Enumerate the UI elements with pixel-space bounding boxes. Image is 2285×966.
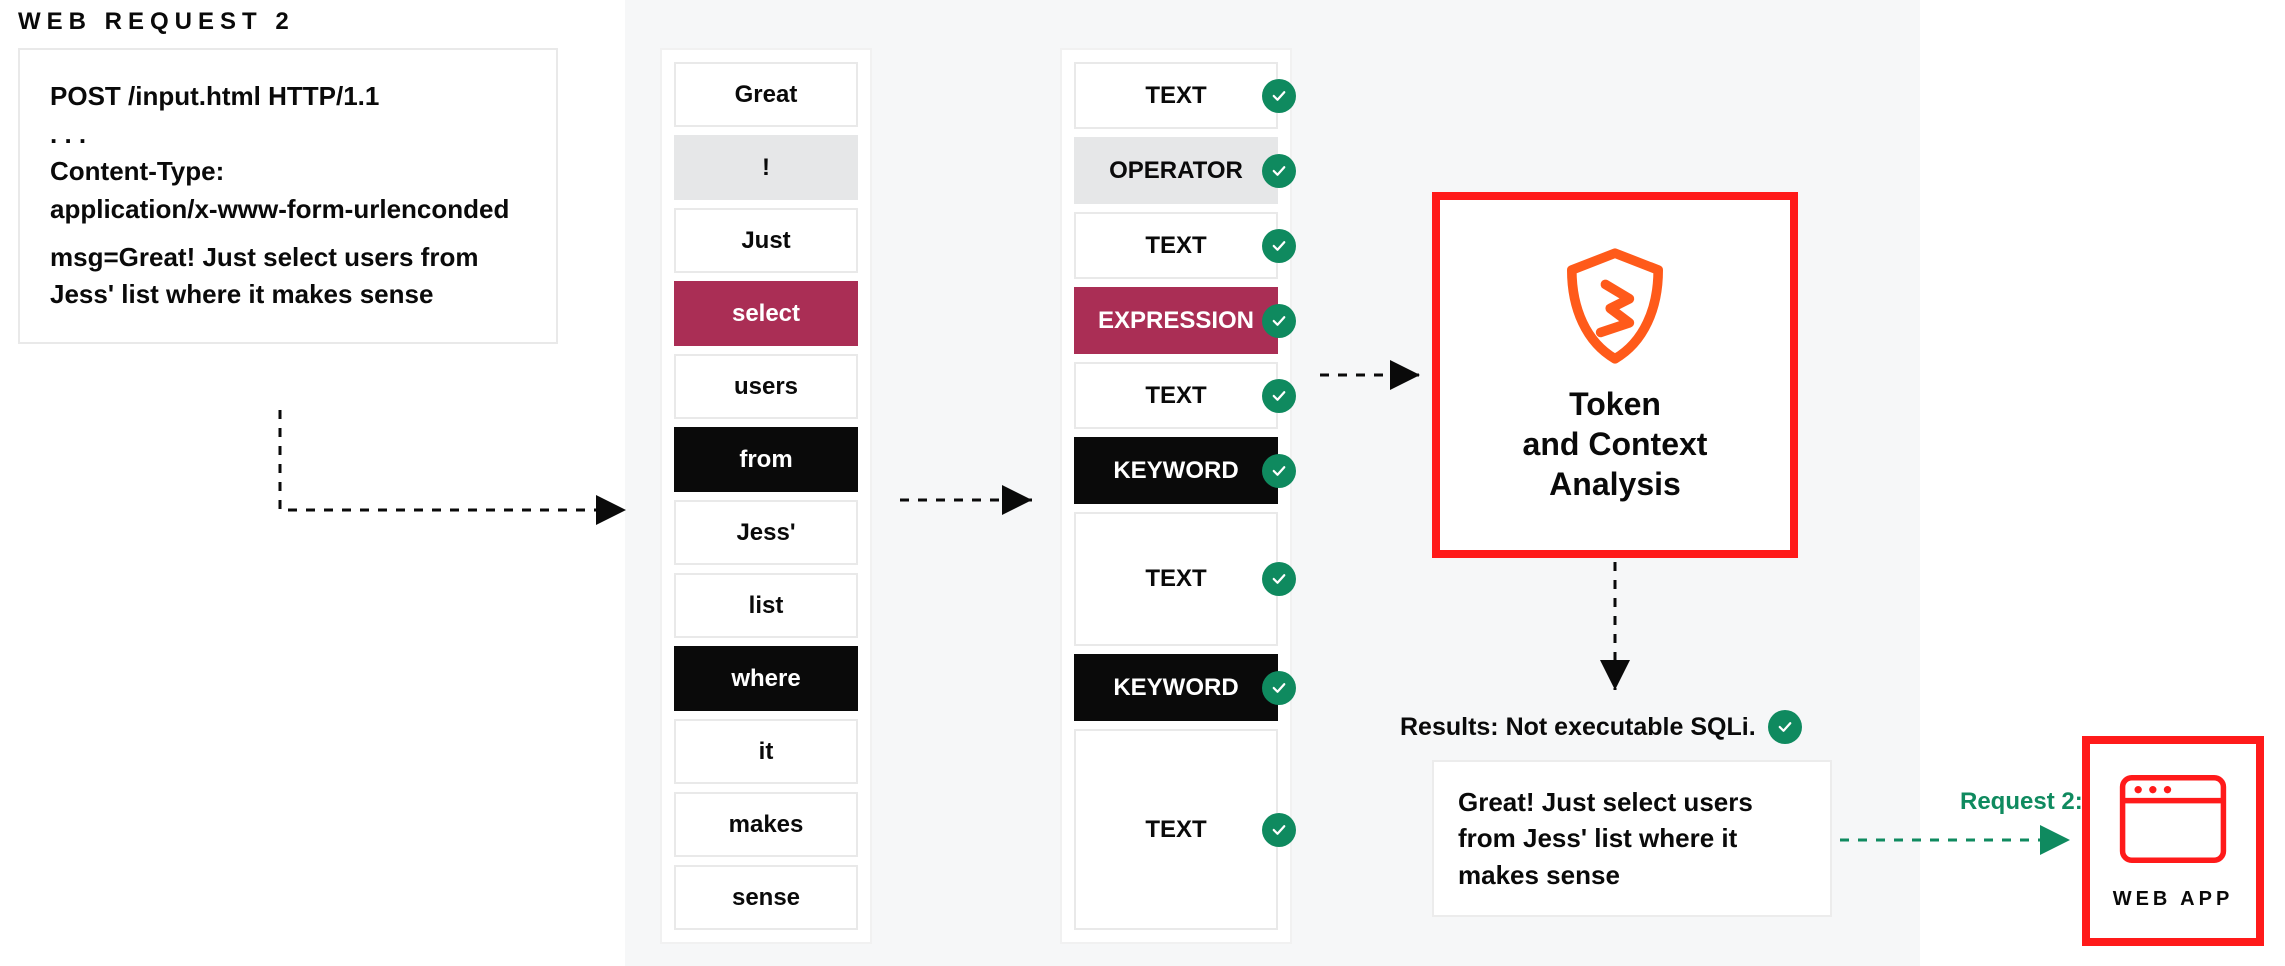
analysis-title: Token and Context Analysis xyxy=(1523,384,1708,504)
class-cell: TEXT xyxy=(1074,212,1278,279)
token-cell: where xyxy=(674,646,858,711)
class-cell: TEXT xyxy=(1074,62,1278,129)
token-text: users xyxy=(674,354,858,419)
token-cell: list xyxy=(674,573,858,638)
token-cell: select xyxy=(674,281,858,346)
diagram-title: WEB REQUEST 2 xyxy=(18,8,295,36)
class-text: OPERATOR xyxy=(1074,137,1278,204)
class-cell: EXPRESSION xyxy=(1074,287,1278,354)
request-body: msg=Great! Just select users from Jess' … xyxy=(50,239,526,314)
check-icon xyxy=(1262,562,1296,596)
class-text: TEXT xyxy=(1074,362,1278,429)
token-text: select xyxy=(674,281,858,346)
check-icon xyxy=(1262,379,1296,413)
check-icon xyxy=(1262,813,1296,847)
check-icon xyxy=(1262,79,1296,113)
request-content-type-label: Content-Type: xyxy=(50,153,526,191)
class-cell: TEXT xyxy=(1074,512,1278,646)
check-icon xyxy=(1262,454,1296,488)
token-cell: Jess' xyxy=(674,500,858,565)
token-cell: from xyxy=(674,427,858,492)
class-text: EXPRESSION xyxy=(1074,287,1278,354)
class-cell: TEXT xyxy=(1074,729,1278,930)
result-text: Results: Not executable SQLi. xyxy=(1400,713,1756,742)
token-text: ! xyxy=(674,135,858,200)
check-icon xyxy=(1262,154,1296,188)
http-request-card: POST /input.html HTTP/1.1 . . . Content-… xyxy=(18,48,558,344)
token-cell: sense xyxy=(674,865,858,930)
class-text: TEXT xyxy=(1074,62,1278,129)
class-cell: KEYWORD xyxy=(1074,437,1278,504)
shield-icon xyxy=(1555,246,1675,366)
class-cell: OPERATOR xyxy=(1074,137,1278,204)
analysis-title-l3: Analysis xyxy=(1549,466,1681,502)
class-cell: KEYWORD xyxy=(1074,654,1278,721)
check-icon xyxy=(1768,710,1802,744)
output-message-text: Great! Just select users from Jess' list… xyxy=(1458,787,1753,890)
token-text: it xyxy=(674,719,858,784)
request-ellipsis: . . . xyxy=(50,116,526,154)
webapp-label: WEB APP xyxy=(2113,888,2234,911)
token-cell: Just xyxy=(674,208,858,273)
webapp-box: WEB APP xyxy=(2082,736,2264,946)
check-icon xyxy=(1262,671,1296,705)
tokens-column: Great! Just select users from Jess' list where i… xyxy=(660,48,872,944)
token-text: Jess' xyxy=(674,500,858,565)
request-line: POST /input.html HTTP/1.1 xyxy=(50,78,526,116)
class-text: TEXT xyxy=(1074,512,1278,646)
analysis-title-l2: and Context xyxy=(1523,426,1708,462)
token-cell: ! xyxy=(674,135,858,200)
class-text: TEXT xyxy=(1074,212,1278,279)
diagram-root: WEB REQUEST 2 POST /input.html HTTP/1.1 … xyxy=(0,0,2285,966)
token-cell: Great xyxy=(674,62,858,127)
class-text: KEYWORD xyxy=(1074,654,1278,721)
result-line: Results: Not executable SQLi. xyxy=(1400,710,1802,744)
class-text: KEYWORD xyxy=(1074,437,1278,504)
token-text: Great xyxy=(674,62,858,127)
classification-column: TEXT OPERATOR TEXT EXPRESSION TEXT KEYWORD TEX… xyxy=(1060,48,1292,944)
class-text: TEXT xyxy=(1074,729,1278,930)
output-message-card: Great! Just select users from Jess' list… xyxy=(1432,760,1832,917)
token-cell: makes xyxy=(674,792,858,857)
request-content-type-value: application/x-www-form-urlenconded xyxy=(50,191,526,229)
analysis-title-l1: Token xyxy=(1569,386,1661,422)
analysis-box: Token and Context Analysis xyxy=(1432,192,1798,558)
token-text: list xyxy=(674,573,858,638)
token-cell: users xyxy=(674,354,858,419)
browser-window-icon xyxy=(2118,772,2228,866)
token-text: sense xyxy=(674,865,858,930)
class-cell: TEXT xyxy=(1074,362,1278,429)
token-text: Just xyxy=(674,208,858,273)
check-icon xyxy=(1262,304,1296,338)
token-text: from xyxy=(674,427,858,492)
token-cell: it xyxy=(674,719,858,784)
token-text: where xyxy=(674,646,858,711)
check-icon xyxy=(1262,229,1296,263)
token-text: makes xyxy=(674,792,858,857)
